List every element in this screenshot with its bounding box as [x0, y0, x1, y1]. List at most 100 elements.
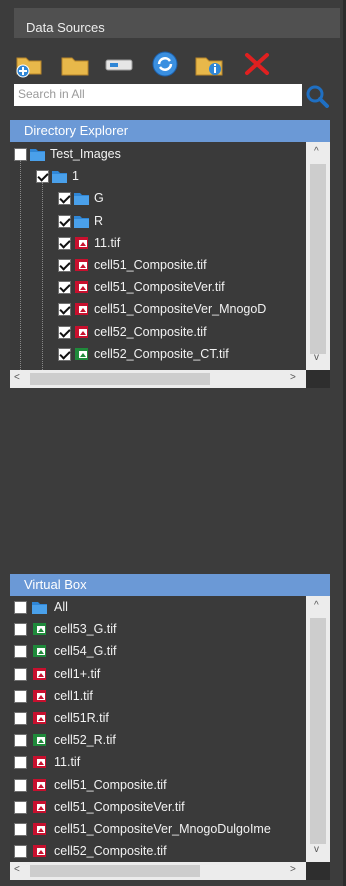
list-item[interactable]: 11.tif — [10, 753, 306, 773]
scroll-thumb[interactable] — [310, 164, 326, 354]
new-folder-icon — [16, 57, 42, 78]
delete-button[interactable] — [242, 50, 272, 78]
list-item[interactable]: All — [10, 598, 306, 618]
folder-icon — [52, 171, 67, 184]
list-item[interactable]: cell1.tif — [10, 687, 306, 707]
search-button[interactable] — [304, 84, 332, 108]
scroll-down-arrow[interactable]: v — [314, 844, 319, 855]
list-item-checkbox[interactable] — [14, 689, 27, 703]
list-item-checkbox[interactable] — [14, 756, 27, 770]
delete-icon — [245, 53, 269, 75]
tree-item-label: cell51_CompositeVer_MnogoD — [94, 302, 267, 317]
folder-info-button[interactable] — [194, 50, 224, 78]
tree-item-checkbox[interactable] — [58, 192, 71, 206]
scroll-corner — [306, 370, 330, 388]
tree-item[interactable]: 11.tif — [10, 234, 306, 254]
add-drive-button[interactable] — [104, 50, 134, 78]
image-file-icon — [33, 623, 46, 636]
list-item-label: 11.tif — [54, 755, 81, 770]
tree-item[interactable]: 1 — [10, 167, 306, 187]
tree-item-label: cell51_Composite.tif — [94, 258, 207, 272]
list-item[interactable]: cell51_CompositeVer.tif — [10, 798, 306, 818]
tree-item-checkbox[interactable] — [58, 236, 71, 250]
folder-icon — [30, 149, 45, 161]
folder-info-icon — [195, 57, 223, 76]
tree-item-checkbox[interactable] — [58, 281, 71, 295]
list-item-checkbox[interactable] — [14, 734, 27, 748]
list-item[interactable]: cell51_Composite.tif — [10, 776, 306, 796]
list-item-label: cell1+.tif — [54, 666, 101, 681]
tree-item[interactable]: cell52_Composite_CT.tif — [10, 345, 306, 365]
tree-item-label: G — [94, 191, 104, 206]
image-file-icon — [33, 756, 46, 769]
search-placeholder: Search in All — [18, 87, 85, 101]
list-item[interactable]: cell52_Composite.tif — [10, 842, 306, 862]
tree-item-label: Test_Images — [50, 147, 121, 161]
scroll-right-arrow[interactable]: > — [290, 372, 296, 383]
list-item[interactable]: cell1+.tif — [10, 665, 306, 685]
directory-horizontal-scrollbar[interactable]: < > — [10, 370, 306, 388]
refresh-button[interactable] — [150, 50, 180, 78]
scroll-down-arrow[interactable]: v — [314, 352, 319, 363]
virtual-box-vertical-scrollbar[interactable]: ^ v — [306, 596, 330, 862]
list-item-label: cell52_Composite.tif — [54, 844, 167, 859]
list-item-checkbox[interactable] — [14, 800, 27, 814]
scroll-up-arrow[interactable]: ^ — [314, 600, 319, 611]
tree-item[interactable]: cell51_Composite.tif — [10, 256, 306, 276]
list-item-label: cell53_G.tif — [54, 622, 117, 637]
list-item-checkbox[interactable] — [14, 712, 27, 725]
scroll-thumb[interactable] — [30, 865, 200, 877]
tree-item-label: 11.tif — [94, 235, 121, 250]
list-item-checkbox[interactable] — [14, 645, 27, 659]
scroll-thumb[interactable] — [30, 373, 210, 385]
image-file-icon — [75, 303, 88, 316]
directory-vertical-scrollbar[interactable]: ^ v — [306, 142, 330, 370]
list-item-checkbox[interactable] — [14, 667, 27, 681]
list-item-checkbox[interactable] — [14, 823, 27, 836]
tree-item-checkbox[interactable] — [58, 325, 71, 339]
scroll-thumb[interactable] — [310, 618, 326, 844]
data-sources-toolbar — [14, 44, 340, 84]
tree-item-label: cell52_Composite.tif — [94, 324, 207, 339]
image-file-icon — [33, 845, 46, 858]
list-item-checkbox[interactable] — [14, 601, 27, 614]
directory-explorer-title: Directory Explorer — [24, 123, 129, 138]
open-folder-button[interactable] — [60, 50, 90, 78]
tree-item-checkbox[interactable] — [58, 214, 71, 228]
list-item[interactable]: cell52_R.tif — [10, 731, 306, 751]
tree-item-checkbox[interactable] — [58, 259, 71, 272]
tree-item-checkbox[interactable] — [58, 347, 71, 361]
new-folder-button[interactable] — [14, 50, 44, 78]
tree-item[interactable]: cell52_Composite.tif — [10, 323, 306, 343]
image-file-icon — [75, 259, 88, 271]
scroll-right-arrow[interactable]: > — [290, 864, 296, 875]
virtual-box-horizontal-scrollbar[interactable]: < > — [10, 862, 306, 880]
search-icon — [306, 85, 329, 108]
list-item[interactable]: cell54_G.tif — [10, 642, 306, 662]
tree-item[interactable]: cell51_CompositeVer.tif — [10, 278, 306, 298]
image-file-icon — [75, 347, 88, 360]
tree-guide-line — [20, 160, 21, 370]
list-item-checkbox[interactable] — [14, 778, 27, 792]
list-item[interactable]: cell51_CompositeVer_MnogoDulgoIme — [10, 820, 306, 840]
tree-item-checkbox[interactable] — [58, 303, 71, 317]
image-file-icon — [75, 236, 88, 249]
tree-item[interactable]: Test_Images — [10, 145, 306, 165]
list-item[interactable]: cell53_G.tif — [10, 620, 306, 640]
scroll-left-arrow[interactable]: < — [14, 372, 20, 383]
list-item-checkbox[interactable] — [14, 623, 27, 637]
tree-item[interactable]: R — [10, 212, 306, 232]
search-input[interactable]: Search in All — [14, 84, 302, 106]
image-file-icon — [33, 778, 46, 791]
scroll-up-arrow[interactable]: ^ — [314, 146, 319, 157]
list-item-label: cell51_CompositeVer.tif — [54, 799, 185, 814]
list-item-label: cell51_CompositeVer_MnogoDulgoIme — [54, 822, 271, 836]
image-file-icon — [75, 325, 88, 338]
tree-item[interactable]: cell51_CompositeVer_MnogoD — [10, 300, 306, 320]
scroll-left-arrow[interactable]: < — [14, 864, 20, 875]
directory-tree: Test_Images 1 G R 11.tif cell51_Composite.tif… — [10, 142, 306, 370]
image-file-icon — [33, 800, 46, 813]
list-item[interactable]: cell51R.tif — [10, 709, 306, 729]
tree-item[interactable]: G — [10, 189, 306, 209]
list-item-checkbox[interactable] — [14, 845, 27, 859]
